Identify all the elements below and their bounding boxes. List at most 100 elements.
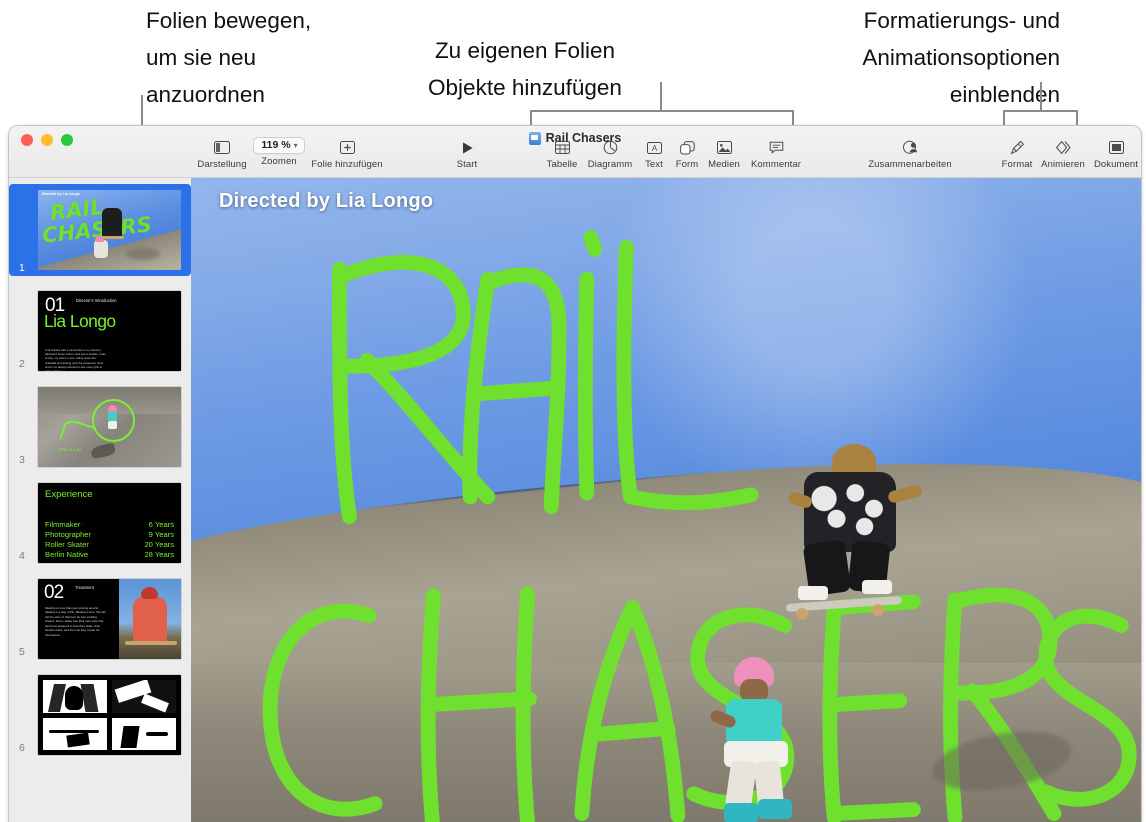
slide-thumbnail-6-content <box>37 674 182 756</box>
slide-thumbnail-5-content: 02 Treatment Skating is more than just c… <box>37 578 182 660</box>
toolbar-label-medien: Medien <box>708 159 740 170</box>
toolbar-label-folie-hinzufuegen: Folie hinzufügen <box>311 159 383 170</box>
paintbrush-icon <box>1009 139 1025 156</box>
thumb1-skater-1 <box>102 208 122 238</box>
thumb3-arrow <box>59 417 97 449</box>
chart-pie-icon <box>603 139 618 156</box>
storyboard-panel-2 <box>111 679 177 714</box>
thumb5-chapter: 02 <box>44 582 64 603</box>
slide-thumbnail-4-content: Experience Filmmaker 6 Years Photographe… <box>37 482 182 564</box>
slide-thumbnail-2[interactable]: 2 01 Director's Introduction Lia Longo I… <box>9 290 191 372</box>
callout-text-add-objects: Zu eigenen Folien Objekte hinzufügen <box>428 38 622 100</box>
thumb1-helmet <box>95 236 104 242</box>
thumb3-highlight-circle <box>92 399 135 442</box>
thumb5-helmet <box>141 587 158 599</box>
thumb6-storyboard-grid <box>42 679 177 751</box>
slide-thumbnail-4[interactable]: 4 Experience Filmmaker 6 Years Photograp… <box>9 482 191 564</box>
leader-line-insert-tools <box>660 82 662 111</box>
diamond-animate-icon <box>1055 139 1072 156</box>
thumb1-overline: Directed by Lia Longo <box>42 192 80 196</box>
thumb2-headline: Lia Longo <box>44 311 116 331</box>
toolbar-label-darstellung: Darstellung <box>197 159 247 170</box>
keynote-window: Rail Chasers Darstellung 119 % ▾ Zoomen … <box>8 125 1142 822</box>
slide-number-1: 1 <box>19 262 25 274</box>
toolbar-label-dokument: Dokument <box>1093 159 1139 170</box>
slide-thumbnail-6[interactable]: 6 <box>9 674 191 756</box>
slide-thumbnail-3[interactable]: 3 (This is Lia) <box>9 386 191 468</box>
toolbar-label-tabelle: Tabelle <box>546 159 578 170</box>
thumb5-photo <box>119 579 181 659</box>
thumb4-row2-value: 20 Years <box>144 539 174 549</box>
thumb4-row2-label: Roller Skater <box>45 539 89 549</box>
bracket-top-insert-tools <box>530 110 794 112</box>
sidebar-panel-icon <box>214 139 230 156</box>
thumb4-row1-value: 9 Years <box>148 529 174 539</box>
thumb1-shadow <box>126 248 160 260</box>
zoom-value-box[interactable]: 119 % ▾ <box>253 137 305 154</box>
thumb4-row3-label: Berlin Native <box>45 549 89 559</box>
thumb2-eyebrow: Director's Introduction <box>76 298 117 303</box>
toolbar-label-kommentar: Kommentar <box>750 159 801 170</box>
callout-text-format-animate: Formatierungs- und Animationsoptionen ei… <box>862 8 1060 107</box>
table-row: Photographer 9 Years <box>45 530 174 540</box>
thumb4-row0-value: 6 Years <box>148 520 174 529</box>
thumb3-caption: (This is Lia) <box>58 447 81 452</box>
storyboard-panel-3 <box>42 716 108 751</box>
thumb5-board <box>125 641 177 645</box>
slide-photo-skater-seated <box>704 656 834 822</box>
thumb5-eyebrow: Treatment <box>75 585 94 590</box>
main-toolbar: Darstellung 119 % ▾ Zoomen Folie hinzufü… <box>9 137 1141 177</box>
thumb3-shadow <box>90 442 116 460</box>
slide-thumbnail-5[interactable]: 5 02 Treatment Skating is more than just… <box>9 578 191 660</box>
toolbar-zoom-control[interactable]: 119 % ▾ Zoomen <box>241 137 317 167</box>
slide-photo-skater-air <box>780 443 930 640</box>
leader-line-format-tools <box>1040 82 1042 111</box>
zoom-value: 119 % <box>261 139 291 151</box>
slide-number-5: 5 <box>19 646 25 658</box>
toolbar-label-zoomen: Zoomen <box>261 156 297 167</box>
toolbar-button-folie-hinzufuegen[interactable]: Folie hinzufügen <box>311 139 383 170</box>
media-photo-icon <box>716 139 732 156</box>
toolbar-button-zusammenarbeiten[interactable]: Zusammenarbeiten <box>865 139 955 170</box>
play-icon <box>461 139 474 156</box>
slide-navigator[interactable]: 1 Directed by Lia Longo RAIL CHASERS 2 0… <box>9 178 191 822</box>
slide-thumbnail-1[interactable]: 1 Directed by Lia Longo RAIL CHASERS <box>9 184 191 276</box>
thumb4-row0-label: Filmmaker <box>45 520 81 529</box>
thumb4-row1-label: Photographer <box>45 529 92 539</box>
slide-number-2: 2 <box>19 358 25 370</box>
slide-overline-text[interactable]: Directed by Lia Longo <box>219 190 433 213</box>
thumb5-skater-body <box>133 597 167 643</box>
leader-line-sidebar <box>141 95 143 126</box>
slide-number-3: 3 <box>19 454 25 466</box>
thumb4-experience-table: Filmmaker 6 Years Photographer 9 Years R… <box>45 520 174 559</box>
slide-thumbnail-3-content: (This is Lia) <box>37 386 182 468</box>
toolbar-label-start: Start <box>456 159 478 170</box>
plus-box-icon <box>339 139 355 156</box>
thumb5-body: Skating is more than just cruising aroun… <box>45 606 106 637</box>
screenshot-root: Folien bewegen, um sie neu anzuordnen Zu… <box>0 0 1146 822</box>
toolbar-button-dokument[interactable]: Dokument <box>1081 139 1141 170</box>
table-row: Roller Skater 20 Years <box>45 540 174 550</box>
chevron-down-icon: ▾ <box>293 140 298 150</box>
comment-bubble-icon <box>769 139 784 156</box>
current-slide[interactable]: Directed by Lia Longo <box>191 178 1141 822</box>
slide-thumbnail-1-content: Directed by Lia Longo RAIL CHASERS <box>37 189 182 271</box>
thumb4-row3-value: 28 Years <box>144 549 174 559</box>
collaborate-person-icon <box>902 139 919 156</box>
thumb1-skater-2 <box>94 240 108 258</box>
toolbar-button-kommentar[interactable]: Kommentar <box>741 139 811 170</box>
bracket-right-format-tools <box>1076 110 1078 126</box>
slide-thumbnail-2-content: 01 Director's Introduction Lia Longo It … <box>37 290 182 372</box>
document-panel-icon <box>1108 139 1124 156</box>
bracket-left-format-tools <box>1003 110 1005 126</box>
table-row: Berlin Native 28 Years <box>45 550 174 560</box>
thumb4-headline: Experience <box>45 489 93 500</box>
toolbar-button-start[interactable]: Start <box>432 139 502 170</box>
slide-number-6: 6 <box>19 742 25 754</box>
bracket-left-insert-tools <box>530 110 532 126</box>
storyboard-panel-1 <box>42 679 108 714</box>
slide-canvas[interactable]: Directed by Lia Longo <box>191 178 1141 822</box>
window-titlebar: Rail Chasers Darstellung 119 % ▾ Zoomen … <box>9 126 1141 178</box>
thumb2-body: It all started with a camcorder in my fa… <box>45 348 106 372</box>
toolbar-label-zusammenarbeiten: Zusammenarbeiten <box>868 159 952 170</box>
